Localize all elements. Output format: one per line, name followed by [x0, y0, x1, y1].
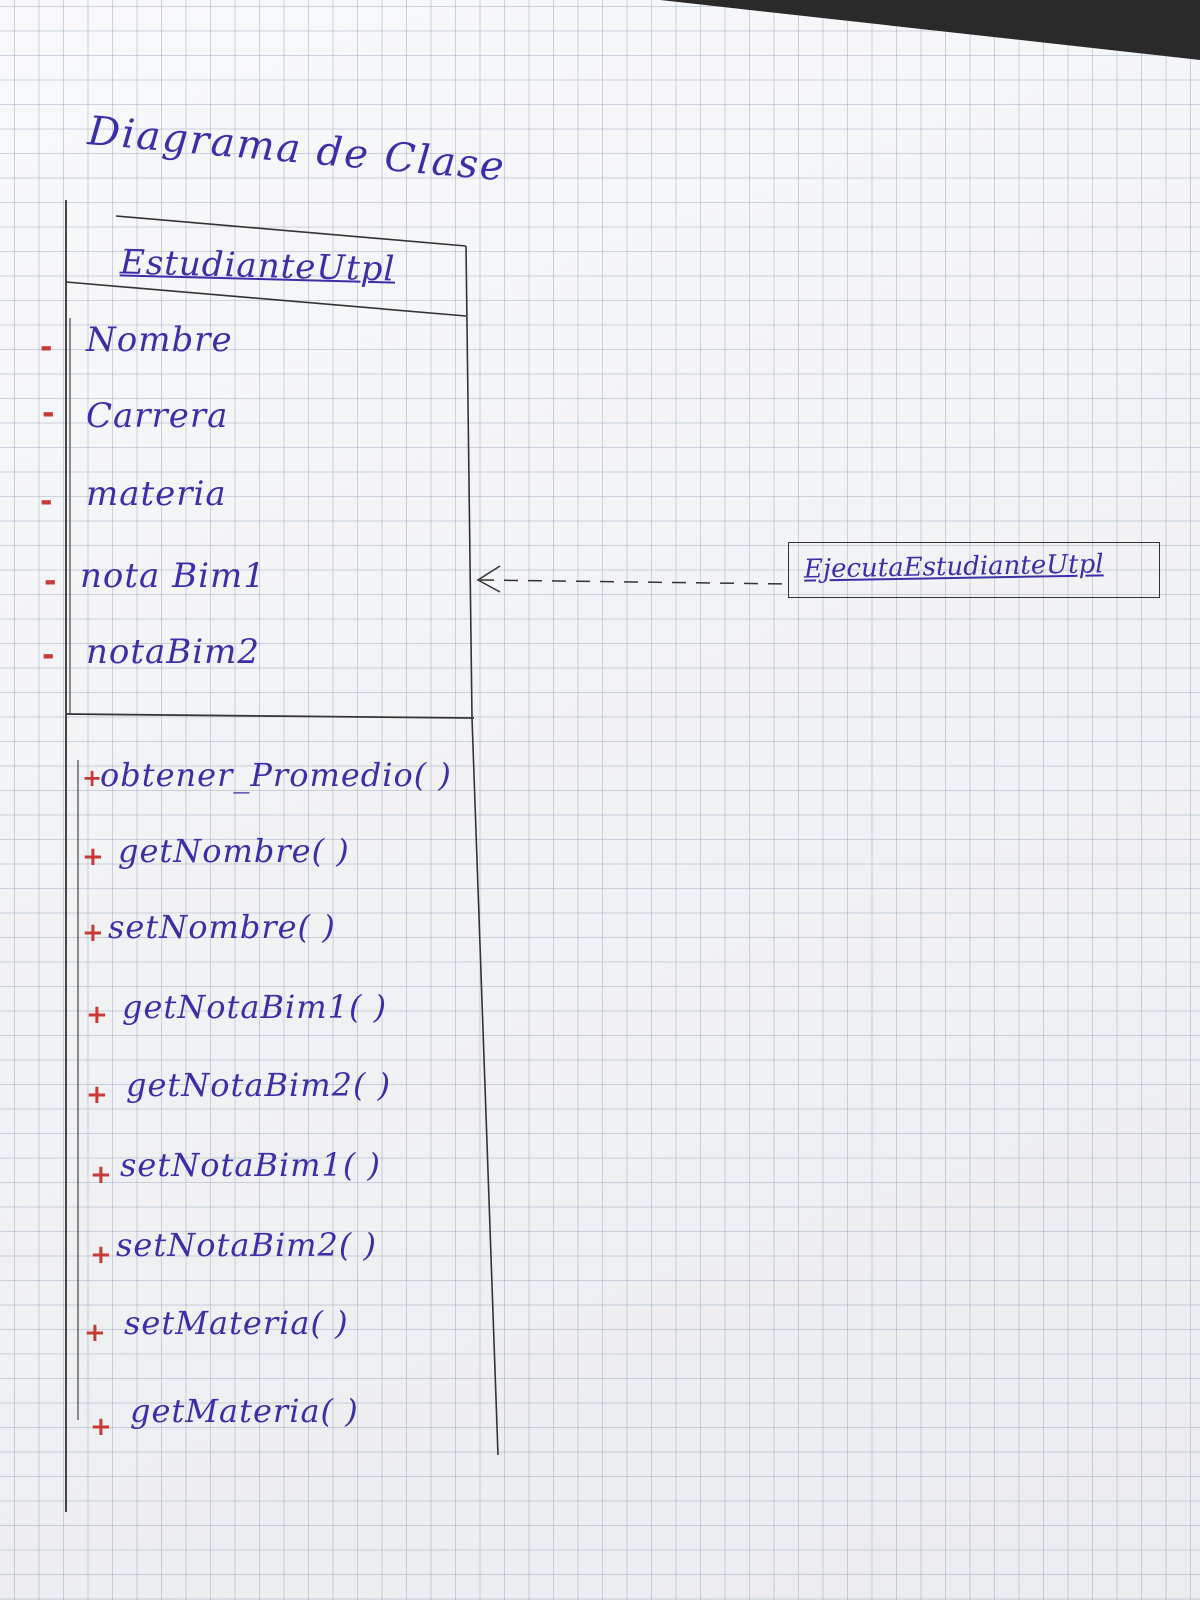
dependency-dashed-line	[479, 579, 791, 585]
method-visibility: +	[90, 1412, 112, 1442]
attribute-nota-bim1: nota Bim1	[80, 556, 266, 596]
attribute-visibility: -	[40, 484, 53, 519]
dependency-arrowhead	[476, 565, 501, 593]
attribute-visibility: -	[42, 396, 55, 431]
method-set-nota-bim1: setNotaBim1( )	[120, 1146, 382, 1184]
method-visibility: +	[84, 1318, 106, 1348]
method-get-nota-bim2: getNotaBim2( )	[126, 1066, 392, 1104]
method-get-nombre: getNombre( )	[118, 832, 350, 870]
attribute-nombre: Nombre	[86, 320, 233, 360]
method-get-nota-bim1: getNotaBim1( )	[122, 988, 388, 1026]
attributes-compartment-divider	[65, 713, 475, 719]
attribute-materia: materia	[86, 474, 227, 514]
method-obtener-promedio: obtener_Promedio( )	[100, 756, 452, 794]
attribute-visibility: -	[44, 564, 57, 599]
attribute-visibility: -	[42, 638, 55, 673]
class-box-top-line	[115, 215, 467, 247]
method-get-materia: getMateria( )	[130, 1392, 359, 1430]
class-diagram-lines	[65, 200, 791, 1512]
class-name: EstudianteUtpl	[119, 242, 396, 290]
class-box-right-upper-line	[465, 245, 473, 719]
method-visibility: +	[82, 918, 104, 948]
method-visibility: +	[90, 1240, 112, 1270]
attribute-carrera: Carrera	[86, 396, 229, 436]
dependent-class-name: EjecutaEstudianteUtpl	[803, 549, 1104, 585]
name-compartment-divider	[65, 281, 467, 317]
attribute-nota-bim2: notaBim2	[86, 632, 261, 672]
method-visibility: +	[86, 1080, 108, 1110]
method-set-nota-bim2: setNotaBim2( )	[116, 1226, 378, 1264]
method-visibility: +	[90, 1160, 112, 1190]
method-visibility: +	[82, 842, 104, 872]
method-set-materia: setMateria( )	[124, 1304, 349, 1342]
method-visibility: +	[86, 1000, 108, 1030]
class-box-right-lower-line	[471, 717, 499, 1456]
method-set-nombre: setNombre( )	[108, 908, 336, 946]
attribute-visibility: -	[40, 330, 53, 365]
